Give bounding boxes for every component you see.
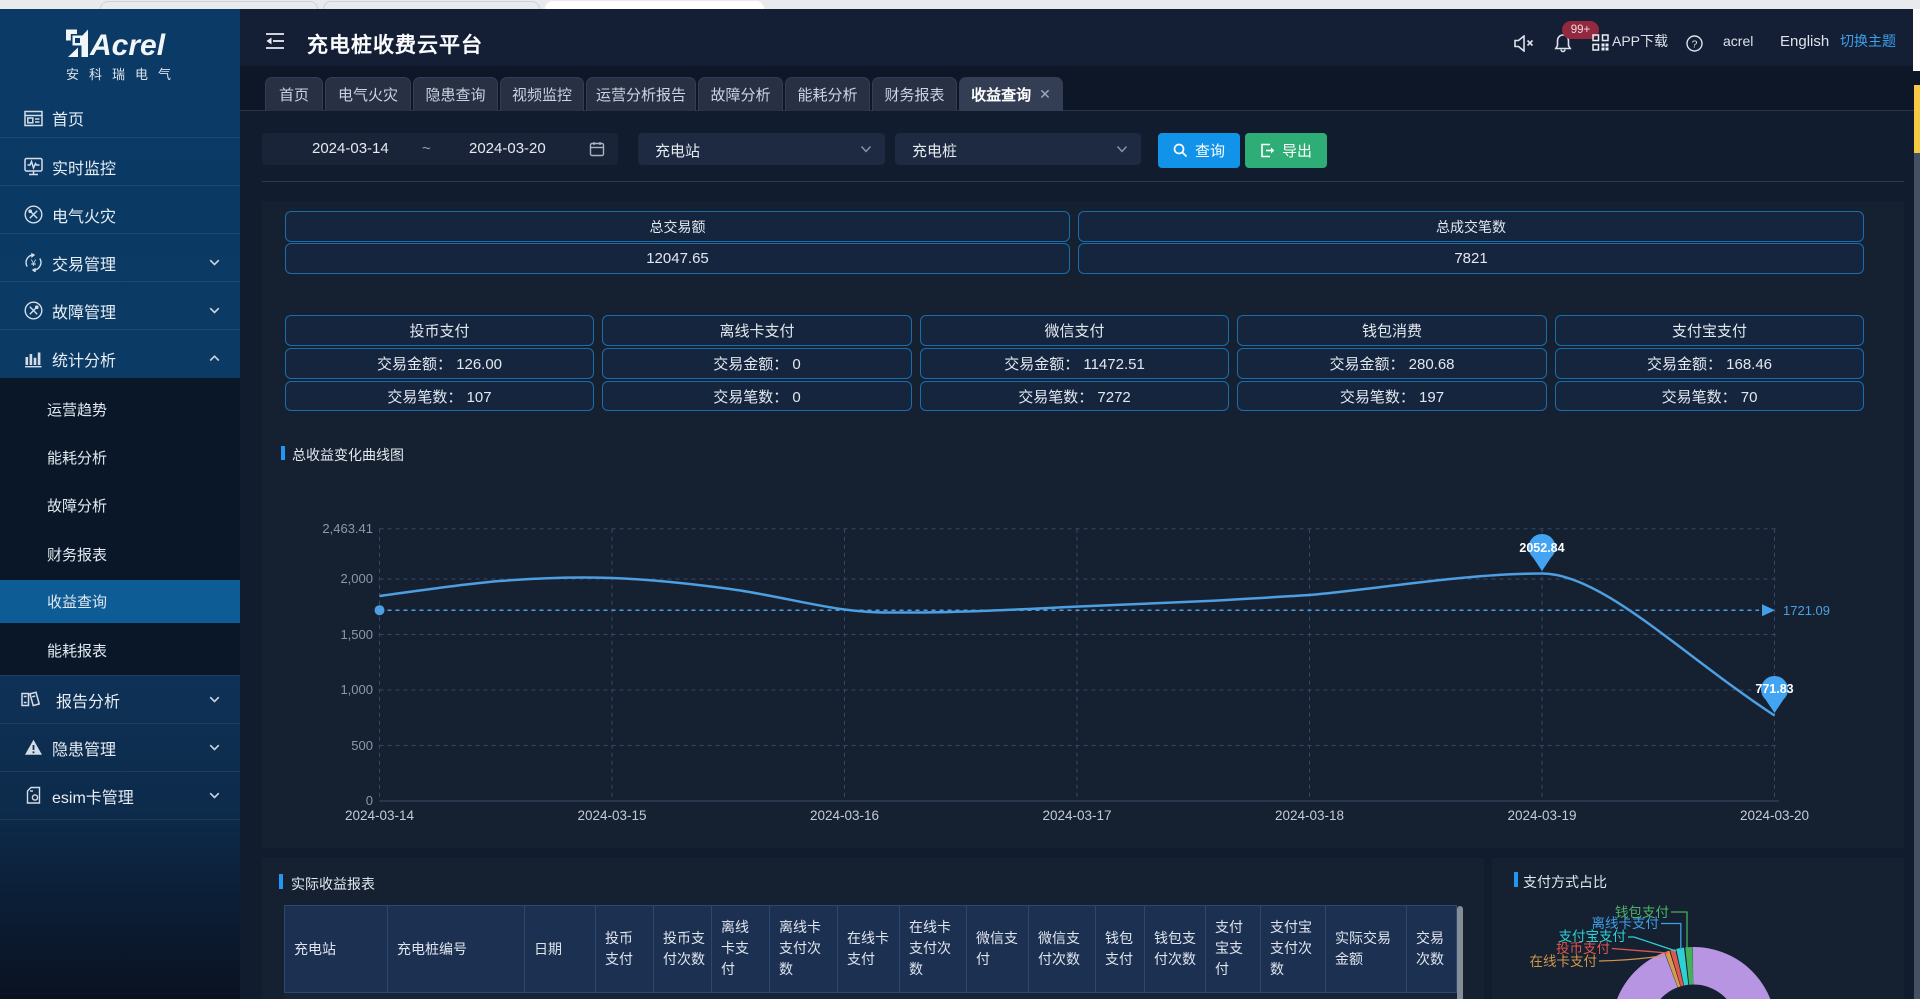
- svg-text:2,463.41: 2,463.41: [322, 521, 373, 536]
- svg-text:2024-03-16: 2024-03-16: [810, 808, 879, 823]
- svg-text:2024-03-20: 2024-03-20: [1740, 808, 1809, 823]
- svg-text:2024-03-19: 2024-03-19: [1507, 808, 1576, 823]
- svg-text:0: 0: [366, 793, 373, 808]
- svg-text:2024-03-14: 2024-03-14: [345, 808, 415, 823]
- svg-text:2024-03-18: 2024-03-18: [1275, 808, 1344, 823]
- svg-text:2024-03-15: 2024-03-15: [577, 808, 646, 823]
- svg-text:1,500: 1,500: [340, 627, 373, 642]
- svg-text:771.83: 771.83: [1755, 682, 1793, 696]
- svg-text:?: ?: [1692, 39, 1698, 51]
- svg-text:Acrel: Acrel: [89, 29, 166, 59]
- svg-text:2,000: 2,000: [340, 571, 373, 586]
- svg-text:500: 500: [351, 738, 373, 753]
- svg-text:¥: ¥: [30, 258, 37, 269]
- svg-text:2024-03-17: 2024-03-17: [1042, 808, 1111, 823]
- svg-text:在线卡支付: 在线卡支付: [1530, 954, 1598, 969]
- svg-text:1721.09: 1721.09: [1783, 603, 1830, 618]
- svg-text:1,000: 1,000: [340, 682, 373, 697]
- svg-text:2052.84: 2052.84: [1519, 541, 1564, 555]
